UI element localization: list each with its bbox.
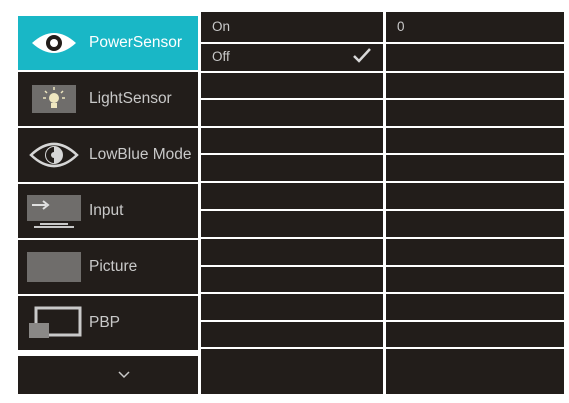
checkmark-icon <box>352 47 372 68</box>
menu-item-powersensor[interactable]: PowerSensor <box>18 16 198 70</box>
divider <box>201 98 383 100</box>
menu-item-label: Input <box>89 202 124 219</box>
low-blue-eye-icon <box>23 128 85 182</box>
osd-menu: PowerSensor LightSensor LowBlue Mode Inp… <box>0 0 569 403</box>
value-readout: 0 <box>397 19 405 34</box>
option-on[interactable]: On <box>212 19 230 34</box>
value-panel <box>386 12 564 394</box>
divider <box>201 320 383 322</box>
menu-item-label: PowerSensor <box>89 34 183 51</box>
divider <box>201 347 383 349</box>
divider <box>386 153 564 155</box>
divider <box>201 292 383 294</box>
input-arrow-icon <box>23 184 85 238</box>
divider <box>201 265 383 267</box>
scroll-down-area[interactable] <box>18 356 198 394</box>
picture-icon <box>23 240 85 294</box>
divider <box>386 292 564 294</box>
divider <box>386 42 564 44</box>
menu-item-pbp[interactable]: PBP <box>18 296 198 350</box>
divider <box>201 153 383 155</box>
divider <box>386 237 564 239</box>
menu-item-label: Picture <box>89 258 138 275</box>
menu-item-input[interactable]: Input <box>18 184 198 238</box>
divider <box>201 42 383 44</box>
divider <box>386 126 564 128</box>
divider <box>386 71 564 73</box>
divider <box>201 126 383 128</box>
divider <box>386 181 564 183</box>
divider <box>201 71 383 73</box>
option-off[interactable]: Off <box>212 49 230 64</box>
divider <box>386 209 564 211</box>
divider <box>386 347 564 349</box>
divider <box>201 209 383 211</box>
submenu-panel <box>201 12 383 394</box>
menu-item-label: PBP <box>89 314 121 331</box>
divider <box>201 237 383 239</box>
divider <box>386 320 564 322</box>
eye-icon <box>23 16 85 70</box>
pbp-icon <box>23 296 85 350</box>
menu-item-picture[interactable]: Picture <box>18 240 198 294</box>
menu-item-lowblue-mode[interactable]: LowBlue Mode <box>18 128 198 182</box>
light-bulb-icon <box>23 72 85 126</box>
divider <box>201 181 383 183</box>
divider <box>386 98 564 100</box>
chevron-down-icon[interactable] <box>118 366 130 384</box>
divider <box>386 265 564 267</box>
menu-item-lightsensor[interactable]: LightSensor <box>18 72 198 126</box>
menu-item-label: LightSensor <box>89 90 172 107</box>
menu-item-label: LowBlue Mode <box>89 146 192 163</box>
